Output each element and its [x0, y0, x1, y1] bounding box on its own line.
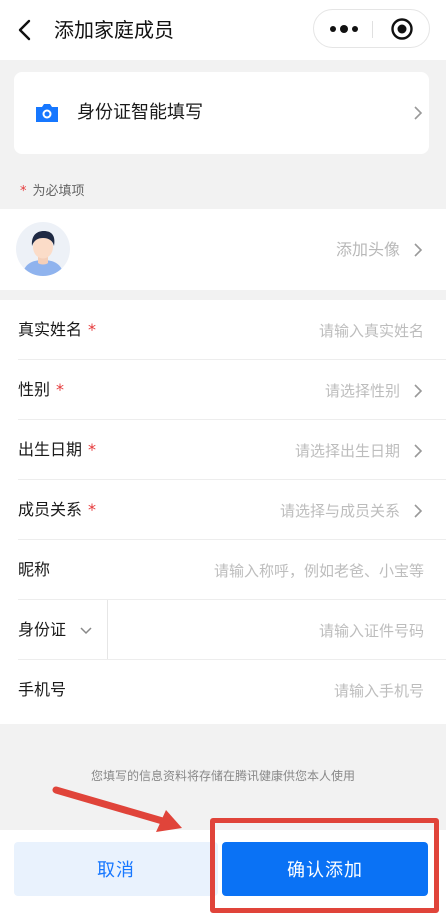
avatar — [16, 222, 70, 276]
form-row-phone[interactable]: 手机号 请输入手机号 — [0, 660, 446, 720]
gender-label: 性别 * — [18, 380, 65, 399]
chevron-right-icon — [414, 444, 423, 458]
more-dots-icon[interactable] — [328, 22, 360, 36]
birth-date-label: 出生日期 * — [18, 440, 97, 459]
id-number-input[interactable]: 请输入证件号码 — [319, 621, 424, 641]
add-avatar-text: 添加头像 — [335, 240, 400, 259]
form-row-birth-date[interactable]: 出生日期 * 请选择出生日期 — [0, 420, 446, 480]
form-row-relation[interactable]: 成员关系 * 请选择与成员关系 — [0, 480, 446, 540]
form-row-gender[interactable]: 性别 * 请选择性别 — [0, 360, 446, 420]
vertical-divider — [107, 600, 108, 660]
avatar-row[interactable]: 添加头像 — [0, 209, 446, 290]
form-row-real-name[interactable]: 真实姓名 * 请输入真实姓名 — [0, 300, 446, 360]
target-circle-icon[interactable] — [390, 17, 414, 41]
required-note: * 为必填项 — [20, 183, 85, 201]
phone-label: 手机号 — [18, 680, 67, 699]
birth-date-select[interactable]: 请选择出生日期 — [295, 441, 400, 461]
mini-program-capsule — [313, 9, 430, 48]
real-name-label: 真实姓名 * — [18, 320, 97, 339]
id-card-smart-fill-label: 身份证智能填写 — [77, 102, 203, 123]
form-row-id-number: 身份证 请输入证件号码 — [0, 600, 446, 660]
relation-label: 成员关系 * — [18, 500, 97, 519]
id-type-select[interactable]: 身份证 — [18, 620, 66, 640]
chevron-down-icon — [80, 627, 92, 635]
annotation-highlight-box — [210, 818, 439, 913]
chevron-right-icon — [414, 243, 423, 257]
gender-select[interactable]: 请选择性别 — [325, 381, 400, 401]
top-bar: 添加家庭成员 — [0, 0, 446, 60]
annotation-arrow-icon — [52, 786, 182, 832]
required-note-text: 为必填项 — [32, 184, 85, 199]
nickname-input[interactable]: 请输入称呼，例如老爸、小宝等 — [214, 561, 424, 581]
chevron-right-icon — [414, 106, 423, 120]
real-name-input[interactable]: 请输入真实姓名 — [319, 321, 424, 341]
nickname-label: 昵称 — [18, 560, 51, 579]
required-star: * — [20, 184, 27, 199]
page-title: 添加家庭成员 — [54, 18, 174, 42]
member-form: 真实姓名 * 请输入真实姓名 性别 * 请选择性别 出生日期 * 请选择出生日期 成员… — [0, 300, 446, 724]
capsule-divider — [372, 21, 373, 38]
chevron-right-icon — [414, 504, 423, 518]
chevron-left-icon[interactable] — [14, 18, 38, 42]
relation-select[interactable]: 请选择与成员关系 — [280, 501, 400, 521]
phone-input[interactable]: 请输入手机号 — [334, 681, 424, 701]
camera-icon — [36, 104, 58, 122]
id-card-smart-fill[interactable]: 身份证智能填写 — [14, 72, 429, 154]
chevron-right-icon — [414, 384, 423, 398]
form-row-nickname[interactable]: 昵称 请输入称呼，例如老爸、小宝等 — [0, 540, 446, 600]
cancel-button[interactable]: 取消 — [14, 842, 218, 896]
